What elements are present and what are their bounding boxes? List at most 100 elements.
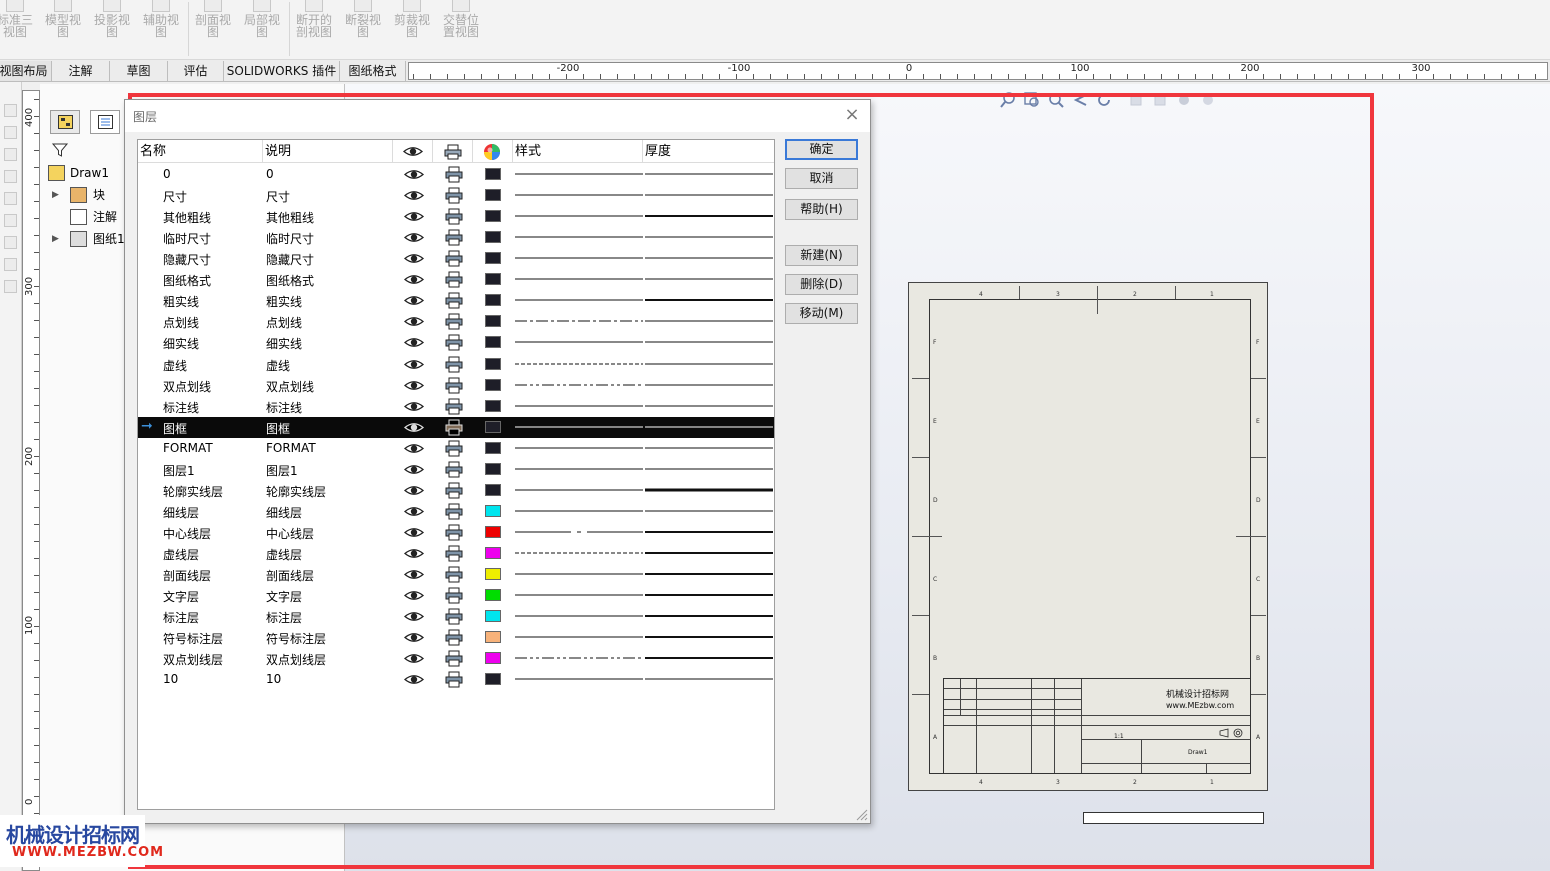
line-style-sample[interactable] (515, 653, 643, 663)
tool-icon[interactable] (4, 214, 17, 227)
layer-description[interactable]: 虚线 (266, 357, 290, 374)
layer-row[interactable]: 图纸格式 图纸格式 (138, 269, 774, 290)
visibility-eye-icon[interactable] (404, 463, 424, 476)
expand-arrow-icon[interactable]: ▶ (52, 185, 62, 205)
layer-description[interactable]: 临时尺寸 (266, 230, 314, 247)
layer-row[interactable]: ➞ 图框 图框 (138, 416, 774, 438)
layer-row[interactable]: 文字层 文字层 (138, 585, 774, 606)
printer-icon[interactable] (445, 587, 463, 604)
layer-color-swatch[interactable] (485, 399, 501, 412)
tool-icon[interactable] (4, 104, 17, 117)
layer-description[interactable]: 双点划线 (266, 378, 314, 395)
line-thickness-sample[interactable] (645, 401, 773, 411)
line-style-sample[interactable] (515, 506, 643, 516)
line-style-sample[interactable] (515, 401, 643, 411)
visibility-eye-icon[interactable] (404, 505, 424, 518)
dialog-titlebar[interactable]: 图层 × (125, 100, 870, 132)
layer-description[interactable]: 尺寸 (266, 188, 290, 205)
scene-icon[interactable] (1200, 92, 1216, 108)
layer-row[interactable]: 剖面线层 剖面线层 (138, 564, 774, 585)
line-thickness-sample[interactable] (645, 674, 773, 684)
visibility-eye-icon[interactable] (404, 547, 424, 560)
line-style-sample[interactable] (515, 295, 643, 305)
printer-icon[interactable] (445, 356, 463, 373)
tab-annotation[interactable]: 注解 (52, 61, 110, 81)
layer-description[interactable]: 0 (266, 167, 274, 181)
layer-name[interactable]: 尺寸 (163, 188, 187, 205)
cancel-button[interactable]: 取消 (785, 168, 858, 189)
layer-row[interactable]: 虚线 虚线 (138, 354, 774, 375)
layer-row[interactable]: 中心线层 中心线层 (138, 522, 774, 543)
printer-icon[interactable] (445, 545, 463, 562)
line-thickness-sample[interactable] (645, 169, 773, 179)
layer-row[interactable]: 标注线 标注线 (138, 396, 774, 417)
layer-color-swatch[interactable] (485, 231, 501, 244)
line-style-sample[interactable] (515, 590, 643, 600)
printer-icon[interactable] (445, 313, 463, 330)
line-style-sample[interactable] (515, 253, 643, 263)
layer-row[interactable]: 双点划线层 双点划线层 (138, 648, 774, 669)
tool-icon[interactable] (4, 236, 17, 249)
line-thickness-sample[interactable] (645, 506, 773, 516)
layer-row[interactable]: 其他粗线 其他粗线 (138, 206, 774, 227)
line-style-sample[interactable] (515, 232, 643, 242)
line-style-sample[interactable] (515, 569, 643, 579)
visibility-eye-icon[interactable] (404, 252, 424, 265)
line-thickness-sample[interactable] (645, 569, 773, 579)
visibility-eye-icon[interactable] (404, 294, 424, 307)
line-thickness-sample[interactable] (645, 485, 773, 495)
display-style-icon[interactable] (1128, 92, 1144, 108)
tab-sheet-format[interactable]: 图纸格式 (340, 61, 406, 81)
printer-icon[interactable] (445, 629, 463, 646)
line-thickness-sample[interactable] (645, 211, 773, 221)
appearance-icon[interactable] (1176, 92, 1192, 108)
tool-icon[interactable] (4, 170, 17, 183)
line-thickness-sample[interactable] (645, 190, 773, 200)
layer-description[interactable]: 符号标注层 (266, 630, 326, 647)
layer-row[interactable]: FORMAT FORMAT (138, 438, 774, 459)
layer-row[interactable]: 标注层 标注层 (138, 606, 774, 627)
line-style-sample[interactable] (515, 611, 643, 621)
tool-icon[interactable] (4, 192, 17, 205)
line-style-sample[interactable] (515, 337, 643, 347)
layer-name[interactable]: 虚线 (163, 357, 187, 374)
broken-out-section-button[interactable]: 断开的 剖视图 (291, 0, 337, 58)
model-view-button[interactable]: 模型视图 (40, 0, 86, 58)
layer-description[interactable]: 图框 (266, 420, 290, 437)
printer-icon[interactable] (445, 334, 463, 351)
layer-name[interactable]: 细实线 (163, 335, 199, 352)
line-style-sample[interactable] (515, 190, 643, 200)
printer-icon[interactable] (445, 292, 463, 309)
layer-color-swatch[interactable] (485, 462, 501, 475)
visibility-eye-icon[interactable] (404, 315, 424, 328)
line-style-sample[interactable] (515, 674, 643, 684)
line-style-sample[interactable] (515, 380, 643, 390)
layer-color-swatch[interactable] (485, 168, 501, 180)
layer-description[interactable]: 虚线层 (266, 546, 302, 563)
layer-name[interactable]: 图纸格式 (163, 272, 211, 289)
tool-icon[interactable] (4, 126, 17, 139)
delete-layer-button[interactable]: 删除(D) (785, 274, 858, 295)
layer-color-swatch[interactable] (485, 294, 501, 307)
visibility-eye-icon[interactable] (404, 673, 424, 686)
layer-row[interactable]: 图层1 图层1 (138, 459, 774, 480)
line-style-sample[interactable] (515, 548, 643, 558)
printer-icon[interactable] (445, 650, 463, 667)
layer-row[interactable]: 符号标注层 符号标注层 (138, 627, 774, 648)
layer-description[interactable]: 标注层 (266, 609, 302, 626)
layer-row[interactable]: 双点划线 双点划线 (138, 375, 774, 396)
line-style-sample[interactable] (515, 464, 643, 474)
layer-row[interactable]: 临时尺寸 临时尺寸 (138, 227, 774, 248)
tab-sketch[interactable]: 草图 (110, 61, 168, 81)
line-style-sample[interactable] (515, 485, 643, 495)
layer-name[interactable]: 图层1 (163, 462, 195, 479)
new-layer-button[interactable]: 新建(N) (785, 245, 858, 266)
tab-property-manager[interactable] (90, 110, 120, 134)
line-style-sample[interactable] (515, 359, 643, 369)
line-thickness-sample[interactable] (645, 590, 773, 600)
printer-icon[interactable] (445, 482, 463, 499)
rotate-view-icon[interactable] (1096, 92, 1112, 108)
visibility-eye-icon[interactable] (404, 231, 424, 244)
line-thickness-sample[interactable] (645, 380, 773, 390)
layer-row[interactable]: 细实线 细实线 (138, 332, 774, 353)
